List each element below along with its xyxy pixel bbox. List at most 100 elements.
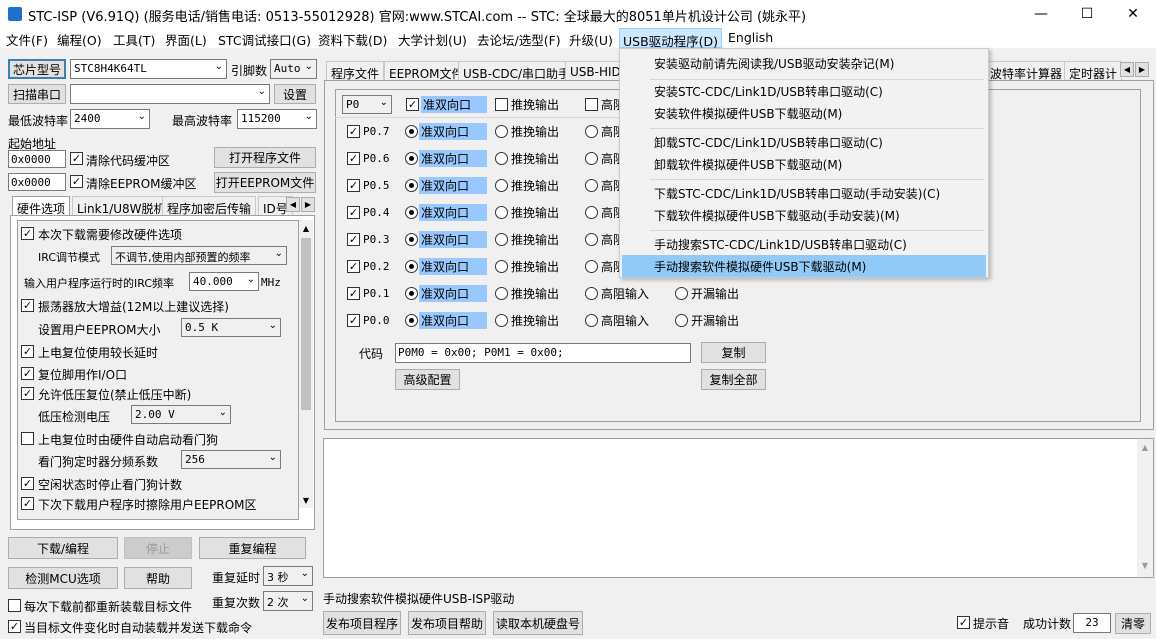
publish-project-button[interactable]: 发布项目程序 [323,611,401,635]
repeat-count-select[interactable]: 2 次 ⌄ [263,591,313,611]
right-tab-scroll-right-icon[interactable]: ▶ [1135,62,1149,77]
eeprom-address-input[interactable]: 0x0000 [8,173,66,191]
pin-p04-checkbox[interactable] [347,206,360,219]
pin-p02-checkbox[interactable] [347,260,360,273]
tab-eeprom-file[interactable]: EEPROM文件 [384,61,469,81]
copy-all-button[interactable]: 复制全部 [701,369,766,390]
menu-file[interactable]: 文件(F) [3,30,51,49]
scan-port-button[interactable]: 扫描串口 [8,84,66,104]
menu-forum[interactable]: 去论坛/选型(F) [474,30,564,49]
pin-p06-highz-radio[interactable] [585,152,598,165]
menu-university[interactable]: 大学计划(U) [395,30,470,49]
menu-tools[interactable]: 工具(T) [110,30,158,49]
tab-scroll-right-icon[interactable]: ▶ [301,197,315,212]
pin-p00-highz-radio[interactable] [585,314,598,327]
menu-item-install-usb-driver[interactable]: 安装软件模拟硬件USB下载驱动(M) [622,102,986,124]
tab-program-file[interactable]: 程序文件 [326,61,385,81]
menu-download-docs[interactable]: 资料下载(D) [315,30,390,49]
all-highz-checkbox[interactable] [585,98,598,111]
settings-button[interactable]: 设置 [274,84,316,104]
lvd-select[interactable]: 2.00 V ⌄ [131,405,231,424]
all-pushpull-checkbox[interactable] [495,98,508,111]
right-tab-scroll-left-icon[interactable]: ◀ [1120,62,1134,77]
pin-p04-quasi-radio[interactable] [405,206,418,219]
sound-checkbox[interactable] [957,616,970,629]
menu-interface[interactable]: 界面(L) [162,30,210,49]
low-voltage-reset-checkbox[interactable] [21,387,34,400]
eeprom-size-select[interactable]: 0.5 K ⌄ [181,318,281,337]
osc-gain-checkbox[interactable] [21,299,34,312]
pin-p03-highz-radio[interactable] [585,233,598,246]
pin-p05-checkbox[interactable] [347,179,360,192]
modify-hw-checkbox[interactable] [21,227,34,240]
pin-p07-pushpull-radio[interactable] [495,125,508,138]
menu-item-uninstall-cdc-driver[interactable]: 卸载STC-CDC/Link1D/USB转串口驱动(C) [622,131,986,153]
scroll-down-icon[interactable]: ▼ [299,496,313,508]
menu-item-uninstall-usb-driver[interactable]: 卸载软件模拟硬件USB下载驱动(M) [622,153,986,175]
open-program-button[interactable]: 打开程序文件 [214,147,316,168]
pin-p00-quasi-radio[interactable] [405,314,418,327]
pin-p01-checkbox[interactable] [347,287,360,300]
pin-p05-highz-radio[interactable] [585,179,598,192]
code-address-input[interactable]: 0x0000 [8,150,66,168]
menu-item-download-usb-driver[interactable]: 下载软件模拟硬件USB下载驱动(手动安装)(M) [622,204,986,226]
pin-p03-pushpull-radio[interactable] [495,233,508,246]
tab-usb-cdc[interactable]: USB-CDC/串口助手 [458,61,576,81]
pin-count-select[interactable]: Auto ⌄ [270,59,317,79]
clear-count-button[interactable]: 清零 [1115,613,1151,634]
menu-item-install-cdc-driver[interactable]: 安装STC-CDC/Link1D/USB转串口驱动(C) [622,80,986,102]
pin-p02-highz-radio[interactable] [585,260,598,273]
tab-link1-offline[interactable]: Link1/U8W脱机 [72,196,171,216]
min-baud-select[interactable]: 2400 ⌄ [70,109,150,129]
reset-io-checkbox[interactable] [21,367,34,380]
menu-english[interactable]: English [725,30,776,45]
pin-p00-opendrain-radio[interactable] [675,314,688,327]
copy-button[interactable]: 复制 [701,342,766,363]
read-disk-id-button[interactable]: 读取本机硬盘号 [493,611,583,635]
reload-each-checkbox[interactable] [8,599,21,612]
reset-delay-checkbox[interactable] [21,345,34,358]
port-group-select[interactable]: P0 ⌄ [342,95,392,114]
scroll-thumb[interactable] [301,238,311,410]
repeat-delay-select[interactable]: 3 秒 ⌄ [263,566,313,586]
code-output-field[interactable]: P0M0 = 0x00; P0M1 = 0x00; [395,343,691,363]
menu-stc-debug[interactable]: STC调试接口(G) [215,30,314,49]
tab-baud-calculator[interactable]: 波特率计算器 [986,61,1068,81]
erase-eeprom-checkbox[interactable] [21,497,34,510]
scroll-up-icon[interactable]: ▲ [299,224,313,236]
pin-p05-quasi-radio[interactable] [405,179,418,192]
detect-mcu-button[interactable]: 检测MCU选项 [8,567,118,589]
pin-p00-checkbox[interactable] [347,314,360,327]
pin-p01-quasi-radio[interactable] [405,287,418,300]
tab-timer-calculator[interactable]: 定时器计 [1064,61,1123,81]
menu-upgrade[interactable]: 升级(U) [566,30,616,49]
auto-wdt-checkbox[interactable] [21,432,34,445]
auto-reload-checkbox[interactable] [8,620,21,633]
download-button[interactable]: 下载/编程 [8,537,118,559]
advanced-config-button[interactable]: 高级配置 [395,369,460,390]
chip-type-button[interactable]: 芯片型号 [8,59,66,79]
pin-p07-highz-radio[interactable] [585,125,598,138]
max-baud-select[interactable]: 115200 ⌄ [237,109,317,129]
pin-p07-checkbox[interactable] [347,125,360,138]
menu-usb-driver[interactable]: USB驱动程序(D) [619,28,723,49]
maximize-button[interactable]: ☐ [1064,0,1110,28]
pin-p05-pushpull-radio[interactable] [495,179,508,192]
pin-p02-quasi-radio[interactable] [405,260,418,273]
pin-p07-quasi-radio[interactable] [405,125,418,138]
hw-scrollbar[interactable]: ▲ ▼ [299,220,313,508]
pin-p03-checkbox[interactable] [347,233,360,246]
stop-button[interactable]: 停止 [124,537,192,559]
tab-encrypted-transfer[interactable]: 程序加密后传输 [162,196,257,216]
menu-item-search-usb-driver[interactable]: 手动搜索软件模拟硬件USB下载驱动(M) [622,255,986,277]
minimize-button[interactable]: — [1018,0,1064,28]
tab-scroll-left-icon[interactable]: ◀ [286,197,300,212]
pin-p02-pushpull-radio[interactable] [495,260,508,273]
tab-hardware-options[interactable]: 硬件选项 [12,196,71,216]
open-eeprom-button[interactable]: 打开EEPROM文件 [214,172,316,193]
scroll-up-icon[interactable]: ▲ [1137,443,1153,455]
help-button[interactable]: 帮助 [124,567,192,589]
scroll-down-icon[interactable]: ▼ [1137,561,1153,573]
chip-select[interactable]: STC8H4K64TL ⌄ [70,59,227,79]
pin-p01-opendrain-radio[interactable] [675,287,688,300]
